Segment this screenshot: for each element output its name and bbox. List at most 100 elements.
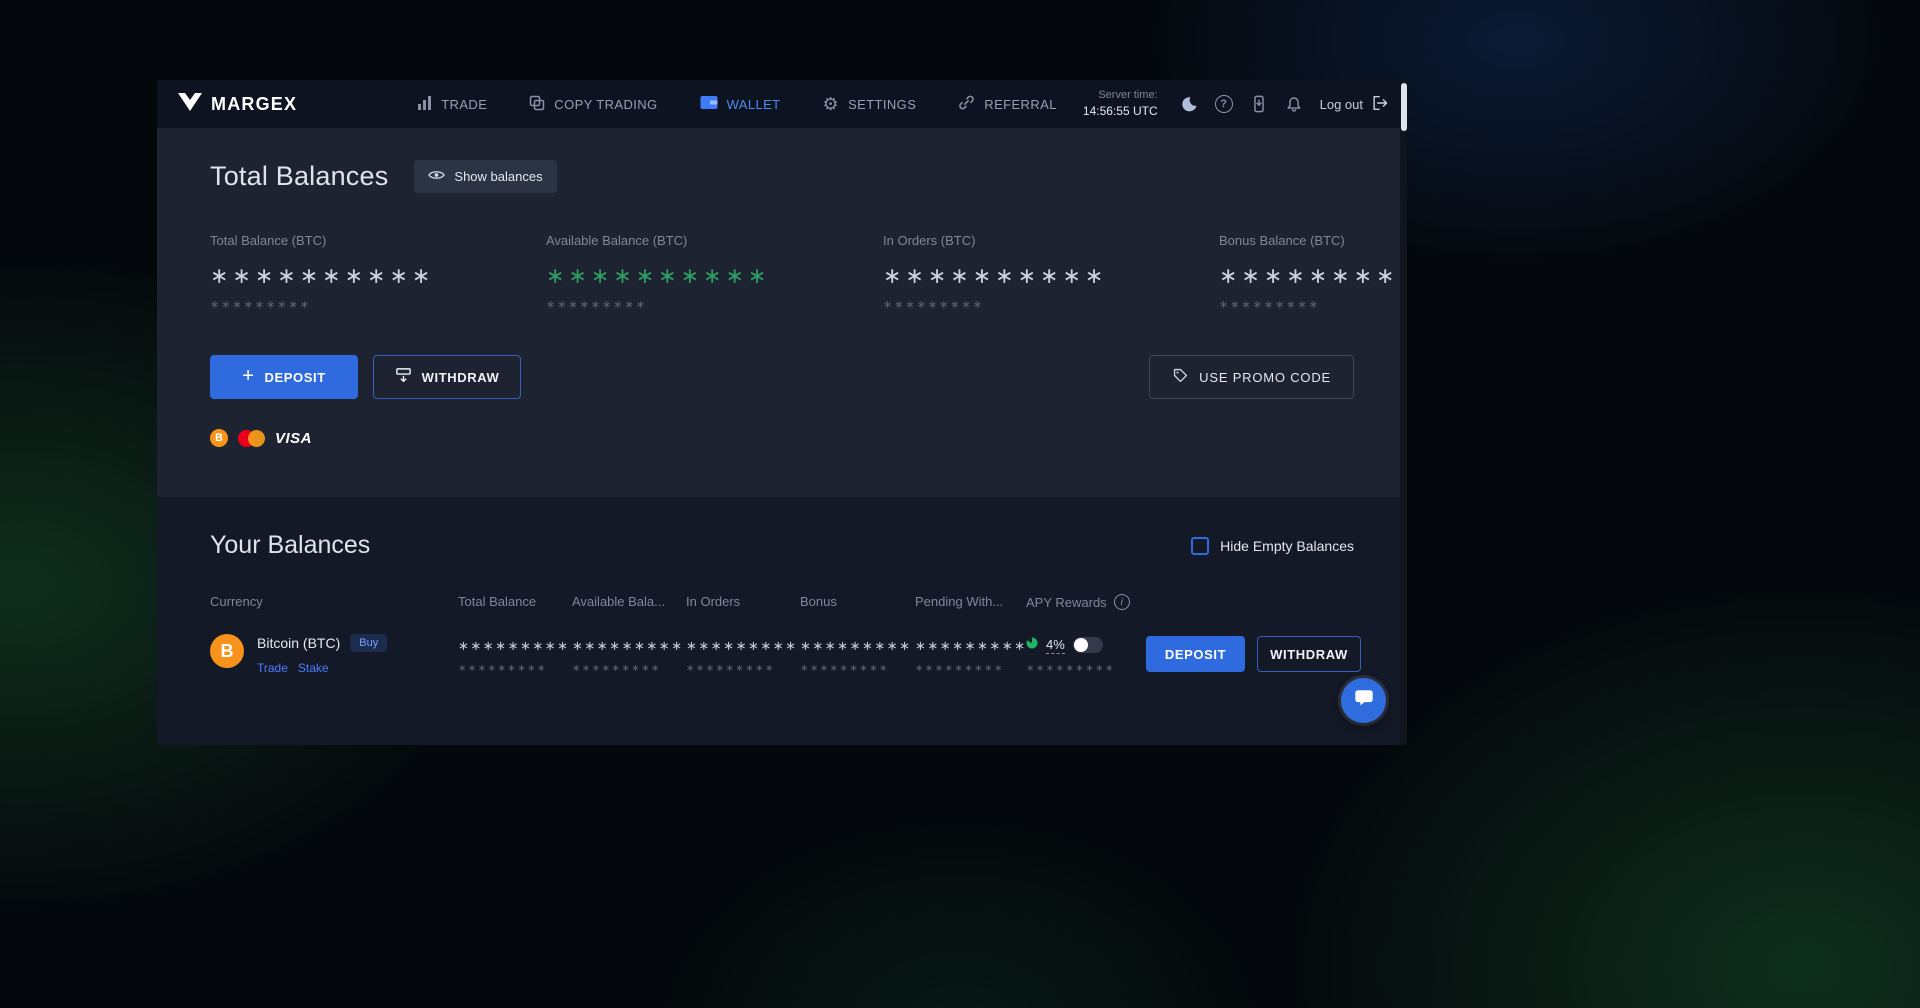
server-time-label: Server time: <box>1083 88 1158 103</box>
nav-label-referral: REFERRAL <box>984 97 1057 112</box>
col-currency: Currency <box>210 594 458 609</box>
payment-methods: B VISA <box>210 429 1354 447</box>
total-balances-section: Total Balances Show balances Total Balan… <box>157 128 1407 497</box>
hide-empty-label: Hide Empty Balances <box>1220 538 1354 554</box>
subvalue-masked: ∗∗∗∗∗∗∗∗∗ <box>915 663 1026 674</box>
card-label: Total Balance (BTC) <box>210 233 546 248</box>
visa-icon: VISA <box>275 430 312 447</box>
deposit-button[interactable]: + DEPOSIT <box>210 355 358 399</box>
margex-mark-icon <box>177 92 203 117</box>
in-orders-cell: ∗∗∗∗∗∗∗∗∗ ∗∗∗∗∗∗∗∗∗ <box>686 634 800 674</box>
nav-item-trade[interactable]: TRADE <box>417 95 487 113</box>
value-masked: ∗∗∗∗∗∗∗∗∗ <box>572 634 686 654</box>
card-label: Available Balance (BTC) <box>546 233 883 248</box>
card-label: Bonus Balance (BTC) <box>1219 233 1407 248</box>
card-subvalue-masked: ∗∗∗∗∗∗∗∗∗ <box>546 298 883 311</box>
nav-label-wallet: WALLET <box>727 97 781 112</box>
notifications-bell-icon[interactable] <box>1285 95 1303 113</box>
card-subvalue-masked: ∗∗∗∗∗∗∗∗∗ <box>883 298 1219 311</box>
col-total-balance: Total Balance <box>458 594 572 609</box>
apy-rewards-cell: 4% ∗∗∗∗∗∗∗∗∗ <box>1026 634 1146 674</box>
help-icon[interactable]: ? <box>1215 95 1233 113</box>
nav-item-referral[interactable]: REFERRAL <box>958 94 1057 114</box>
card-label: In Orders (BTC) <box>883 233 1219 248</box>
apy-toggle[interactable] <box>1073 637 1103 653</box>
card-subvalue-masked: ∗∗∗∗∗∗∗∗∗ <box>210 298 546 311</box>
card-in-orders: In Orders (BTC) ∗∗∗∗∗∗∗∗∗∗ ∗∗∗∗∗∗∗∗∗ <box>883 233 1219 311</box>
nav-item-copy-trading[interactable]: COPY TRADING <box>529 95 657 114</box>
toggle-knob <box>1074 638 1088 652</box>
bar-chart-icon <box>417 95 432 113</box>
value-masked: ∗∗∗∗∗∗∗∗∗ <box>686 634 800 654</box>
col-available-balance: Available Bala... <box>572 594 686 609</box>
nav-label-copy-trading: COPY TRADING <box>554 97 657 112</box>
col-pending-withdrawals: Pending With... <box>915 594 1026 609</box>
apy-value[interactable]: 4% <box>1046 637 1065 654</box>
row-deposit-button[interactable]: DEPOSIT <box>1146 636 1245 672</box>
subvalue-masked: ∗∗∗∗∗∗∗∗∗ <box>1026 663 1146 674</box>
mastercard-icon <box>238 430 265 447</box>
card-value-masked: ∗∗∗∗∗∗∗∗∗∗ <box>1219 263 1407 289</box>
hide-empty-checkbox[interactable] <box>1191 537 1209 555</box>
subvalue-masked: ∗∗∗∗∗∗∗∗∗ <box>686 663 800 674</box>
col-in-orders: In Orders <box>686 594 800 609</box>
show-balances-button[interactable]: Show balances <box>414 160 556 193</box>
scrollbar-track[interactable] <box>1400 80 1407 745</box>
currency-cell: B Bitcoin (BTC) Buy Trade Stake <box>210 634 458 675</box>
nav-label-settings: SETTINGS <box>848 97 916 112</box>
row-withdraw-button[interactable]: WITHDRAW <box>1257 636 1361 672</box>
card-subvalue-masked: ∗∗∗∗∗∗∗∗∗ <box>1219 298 1407 311</box>
nav-item-wallet[interactable]: WALLET <box>700 95 781 113</box>
hide-empty-balances-control[interactable]: Hide Empty Balances <box>1191 537 1354 555</box>
wallet-actions: + DEPOSIT WITHDRAW USE PROMO CODE <box>210 355 1354 399</box>
trade-link[interactable]: Trade <box>257 661 288 675</box>
value-masked: ∗∗∗∗∗∗∗∗∗ <box>458 634 572 654</box>
scrollbar-thumb[interactable] <box>1401 83 1407 131</box>
support-chat-button[interactable] <box>1341 678 1386 723</box>
card-value-masked: ∗∗∗∗∗∗∗∗∗∗ <box>210 263 546 289</box>
withdraw-button[interactable]: WITHDRAW <box>373 355 521 399</box>
col-bonus: Bonus <box>800 594 915 609</box>
question-glyph: ? <box>1215 95 1233 113</box>
card-available-balance: Available Balance (BTC) ∗∗∗∗∗∗∗∗∗∗ ∗∗∗∗∗… <box>546 233 883 311</box>
bitcoin-payment-icon: B <box>210 429 228 447</box>
bonus-cell: ∗∗∗∗∗∗∗∗∗ ∗∗∗∗∗∗∗∗∗ <box>800 634 915 674</box>
use-promo-code-button[interactable]: USE PROMO CODE <box>1149 355 1354 399</box>
table-row: B Bitcoin (BTC) Buy Trade Stake ∗∗∗∗∗∗∗∗… <box>210 634 1354 675</box>
logout-label: Log out <box>1320 97 1363 112</box>
bitcoin-coin-icon: B <box>210 634 244 668</box>
buy-badge[interactable]: Buy <box>350 634 387 652</box>
row-actions: DEPOSIT WITHDRAW <box>1146 634 1361 672</box>
card-value-masked: ∗∗∗∗∗∗∗∗∗∗ <box>546 263 883 289</box>
margex-logo[interactable]: MARGEX <box>177 92 297 117</box>
nav-menu: TRADE COPY TRADING WALLET ⚙ SETTINGS <box>417 94 1057 114</box>
withdraw-icon <box>395 367 412 387</box>
card-total-balance: Total Balance (BTC) ∗∗∗∗∗∗∗∗∗∗ ∗∗∗∗∗∗∗∗∗ <box>210 233 546 311</box>
app-window: MARGEX TRADE COPY TRADING WALLET <box>157 80 1407 745</box>
mobile-app-icon[interactable] <box>1250 95 1268 113</box>
server-time: Server time: 14:56:55 UTC <box>1083 88 1158 119</box>
logout-icon <box>1371 94 1389 115</box>
apy-rewards-label: APY Rewards <box>1026 595 1107 610</box>
info-icon[interactable]: i <box>1114 594 1130 610</box>
copy-icon <box>529 95 545 114</box>
pending-withdrawals-cell: ∗∗∗∗∗∗∗∗∗ ∗∗∗∗∗∗∗∗∗ <box>915 634 1026 674</box>
value-masked: ∗∗∗∗∗∗∗∗∗ <box>800 634 915 654</box>
server-time-value: 14:56:55 UTC <box>1083 103 1158 119</box>
nav-right-controls: Server time: 14:56:55 UTC ? Log out <box>1083 88 1389 119</box>
col-apy-rewards: APY Rewards i <box>1026 594 1146 610</box>
nav-item-settings[interactable]: ⚙ SETTINGS <box>823 95 917 113</box>
gear-icon: ⚙ <box>823 95 840 113</box>
stake-link[interactable]: Stake <box>298 661 329 675</box>
brand-name: MARGEX <box>211 94 297 115</box>
link-icon <box>958 94 975 114</box>
deposit-label: DEPOSIT <box>265 370 326 385</box>
total-balance-cell: ∗∗∗∗∗∗∗∗∗ ∗∗∗∗∗∗∗∗∗ <box>458 634 572 674</box>
eye-icon <box>428 169 445 184</box>
plus-icon: + <box>242 366 254 386</box>
logout-button[interactable]: Log out <box>1320 94 1389 115</box>
theme-moon-icon[interactable] <box>1179 95 1198 114</box>
card-value-masked: ∗∗∗∗∗∗∗∗∗∗ <box>883 263 1219 289</box>
balance-cards: Total Balance (BTC) ∗∗∗∗∗∗∗∗∗∗ ∗∗∗∗∗∗∗∗∗… <box>210 233 1354 311</box>
currency-name: Bitcoin (BTC) <box>257 635 340 651</box>
